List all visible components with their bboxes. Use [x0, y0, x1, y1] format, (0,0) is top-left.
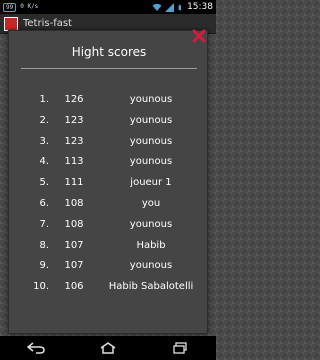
score-rank: 1. — [39, 94, 49, 105]
player-name: younous — [129, 135, 173, 147]
score-value: 111 — [64, 177, 84, 189]
score-row: 6. 108 you — [9, 195, 209, 216]
recents-button[interactable] — [168, 338, 192, 358]
score-row: 10. 106 Habib Sabalotelli — [9, 278, 209, 299]
wifi-icon — [152, 3, 162, 11]
player-name: younous — [129, 260, 173, 272]
score-rank: 4. — [39, 156, 49, 168]
player-name: younous — [129, 114, 173, 126]
back-icon — [27, 342, 45, 354]
app-title: Tetris-fast — [23, 18, 72, 29]
score-value: 123 — [64, 135, 84, 147]
player-name: younous — [129, 94, 173, 105]
score-row: 4. 113 younous — [9, 153, 209, 174]
app-logo-icon — [4, 16, 18, 31]
dialog-title: Hight scores — [71, 45, 147, 59]
score-rank: 10. — [33, 281, 49, 293]
score-row: 2. 123 younous — [9, 112, 209, 133]
player-name: younous — [129, 218, 173, 230]
score-rank: 7. — [39, 218, 49, 230]
status-time: 15:38 — [187, 2, 213, 12]
network-speed: 0 K/s — [20, 3, 39, 10]
score-value: 106 — [64, 281, 84, 293]
close-icon — [192, 29, 206, 43]
score-value: 126 — [64, 94, 84, 105]
close-button[interactable] — [191, 28, 207, 44]
navigation-bar — [0, 336, 216, 360]
score-row: 3. 123 younous — [9, 133, 209, 154]
home-button[interactable] — [96, 338, 120, 358]
score-value: 108 — [64, 218, 84, 230]
high-scores-dialog: Hight scores 1. 126 younous 2. 123 youno… — [8, 28, 209, 334]
score-value: 123 — [64, 114, 84, 126]
player-name: younous — [129, 156, 173, 168]
score-value: 107 — [64, 260, 84, 272]
player-name: Habib Sabalotelli — [108, 281, 194, 293]
score-rank: 3. — [39, 135, 49, 147]
score-rank: 5. — [39, 177, 49, 189]
score-row: 7. 108 younous — [9, 216, 209, 237]
player-name: you — [141, 197, 161, 209]
score-value: 107 — [64, 239, 84, 251]
back-button[interactable] — [24, 338, 48, 358]
score-rank: 6. — [39, 197, 49, 209]
status-bar: 99 0 K/s 15:38 — [0, 0, 216, 14]
score-rank: 2. — [39, 114, 49, 126]
score-rank: 8. — [39, 239, 49, 251]
battery-icon — [178, 4, 182, 10]
score-row: 9. 107 younous — [9, 257, 209, 278]
score-rank: 9. — [39, 260, 49, 272]
score-row: 5. 111 joueur 1 — [9, 174, 209, 195]
player-name: Habib — [136, 239, 166, 251]
score-row: 1. 126 younous — [9, 91, 209, 112]
score-value: 113 — [64, 156, 84, 168]
player-name: joueur 1 — [130, 177, 172, 189]
notification-badge: 99 — [3, 2, 17, 12]
title-divider — [21, 68, 197, 69]
recents-icon — [173, 342, 187, 354]
score-row: 8. 107 Habib — [9, 237, 209, 258]
score-list: 1. 126 younous 2. 123 younous 3. 123 you… — [9, 91, 209, 299]
signal-icon — [165, 2, 175, 12]
home-icon — [100, 342, 116, 354]
score-value: 108 — [64, 197, 84, 209]
